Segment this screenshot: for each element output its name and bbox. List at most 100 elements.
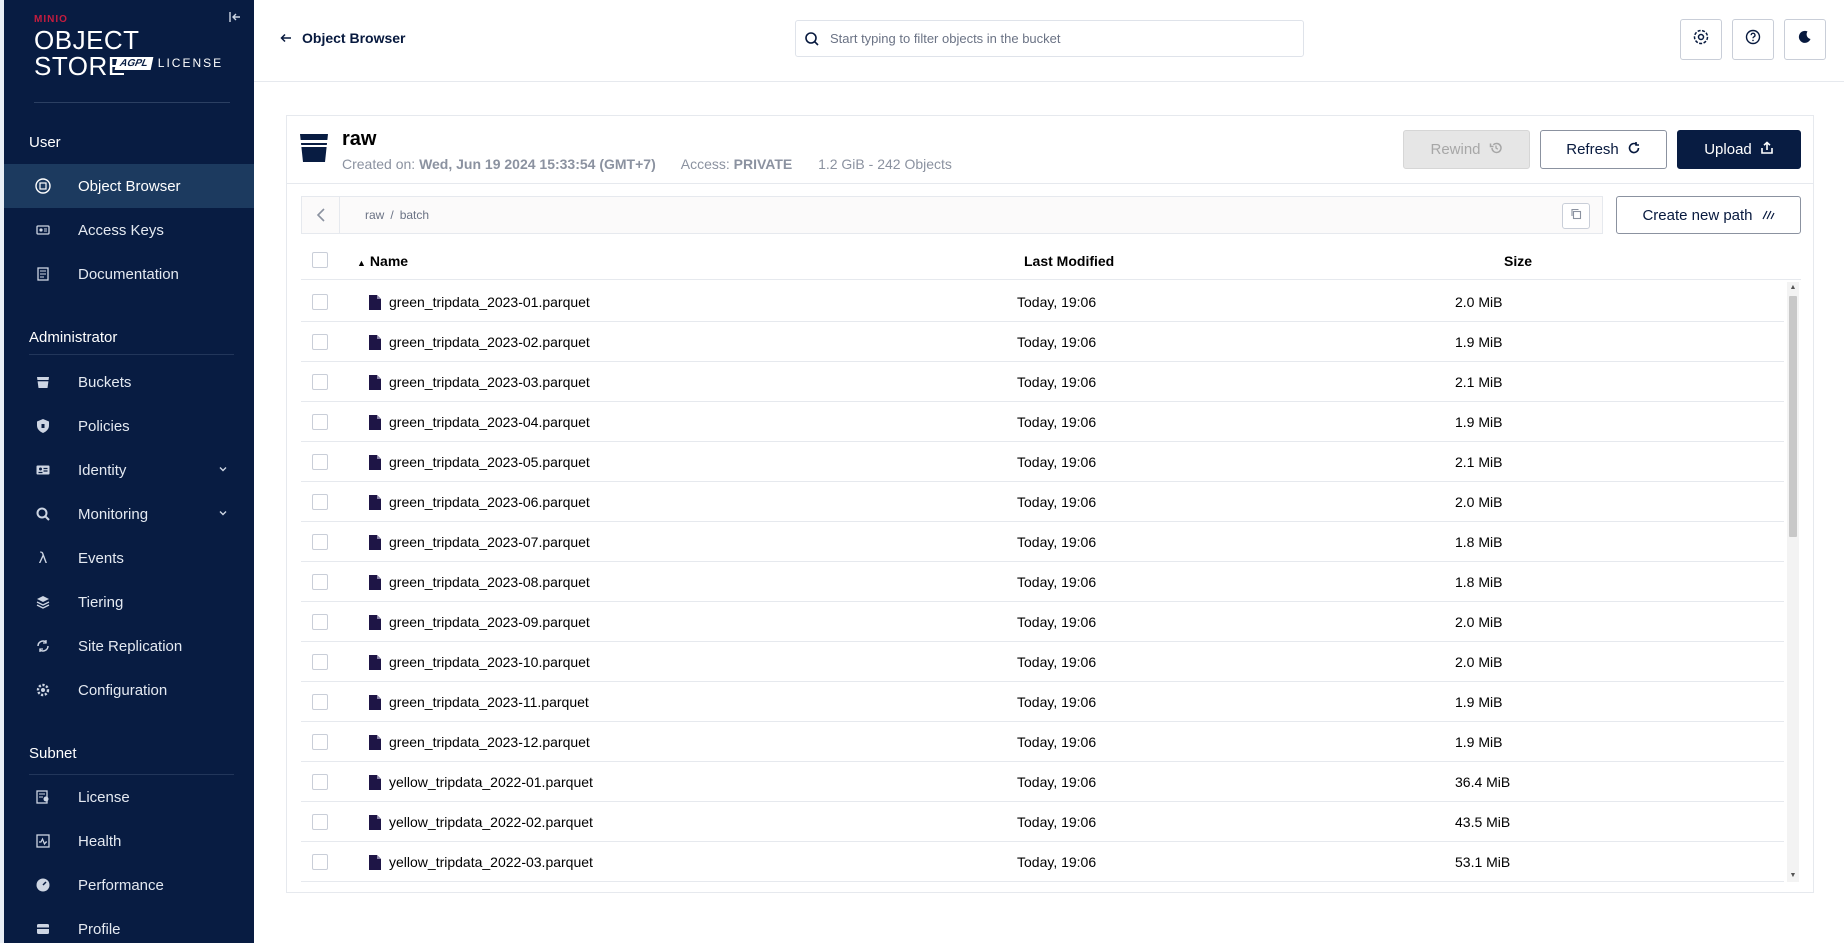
sidebar-item-label: Monitoring bbox=[78, 505, 149, 523]
search-input[interactable] bbox=[830, 31, 1290, 46]
column-header-size[interactable]: Size bbox=[1504, 253, 1532, 269]
table-row[interactable]: green_tripdata_2023-04.parquet Today, 19:… bbox=[301, 402, 1784, 442]
section-divider bbox=[29, 354, 234, 355]
row-checkbox[interactable] bbox=[312, 414, 328, 430]
table-row[interactable]: green_tripdata_2023-06.parquet Today, 19:… bbox=[301, 482, 1784, 522]
row-checkbox[interactable] bbox=[312, 814, 328, 830]
table-row[interactable]: green_tripdata_2023-12.parquet Today, 19:… bbox=[301, 722, 1784, 762]
row-checkbox[interactable] bbox=[312, 494, 328, 510]
arrow-left-icon bbox=[280, 30, 292, 46]
rewind-button[interactable]: Rewind bbox=[1403, 130, 1530, 169]
scrollbar-thumb[interactable] bbox=[1789, 296, 1797, 537]
table-row[interactable]: green_tripdata_2023-05.parquet Today, 19:… bbox=[301, 442, 1784, 482]
table-row[interactable]: green_tripdata_2023-10.parquet Today, 19:… bbox=[301, 642, 1784, 682]
row-checkbox[interactable] bbox=[312, 574, 328, 590]
sidebar-item-label: License bbox=[78, 788, 130, 806]
row-checkbox[interactable] bbox=[312, 734, 328, 750]
breadcrumb-item-raw[interactable]: raw bbox=[365, 208, 384, 222]
sidebar-item-site-replication[interactable]: Site Replication bbox=[4, 624, 254, 668]
logo-product-text: OBJECT STORE bbox=[34, 25, 140, 81]
sidebar-item-tiering[interactable]: Tiering bbox=[4, 580, 254, 624]
settings-button[interactable] bbox=[1680, 19, 1722, 60]
refresh-button[interactable]: Refresh bbox=[1540, 130, 1667, 169]
file-icon bbox=[369, 535, 381, 550]
table-row[interactable]: green_tripdata_2023-11.parquet Today, 19:… bbox=[301, 682, 1784, 722]
row-checkbox[interactable] bbox=[312, 454, 328, 470]
sidebar-item-configuration[interactable]: Configuration bbox=[4, 668, 254, 712]
sidebar-item-monitoring[interactable]: Monitoring bbox=[4, 492, 254, 536]
sidebar-item-license[interactable]: License bbox=[4, 775, 254, 819]
sort-ascending-icon: ▲ bbox=[357, 258, 366, 268]
upload-button[interactable]: Upload bbox=[1677, 130, 1801, 169]
minio-logo[interactable]: MINIO OBJECT STORE AGPL LICENSE bbox=[34, 14, 234, 81]
table-row[interactable]: green_tripdata_2023-03.parquet Today, 19:… bbox=[301, 362, 1784, 402]
file-name: green_tripdata_2023-04.parquet bbox=[389, 414, 590, 430]
dark-mode-toggle[interactable] bbox=[1784, 19, 1826, 60]
file-size: 1.9 MiB bbox=[1455, 734, 1503, 750]
table-row[interactable]: green_tripdata_2023-07.parquet Today, 19:… bbox=[301, 522, 1784, 562]
row-checkbox[interactable] bbox=[312, 374, 328, 390]
back-to-object-browser-link[interactable]: Object Browser bbox=[280, 30, 405, 46]
bucket-meta: Created on: Wed, Jun 19 2024 15:33:54 (G… bbox=[342, 156, 952, 172]
file-icon bbox=[369, 615, 381, 630]
file-name: yellow_tripdata_2022-02.parquet bbox=[389, 814, 593, 830]
row-checkbox[interactable] bbox=[312, 694, 328, 710]
table-scrollbar[interactable]: ▲ ▼ bbox=[1787, 282, 1799, 882]
sidebar-item-label: Site Replication bbox=[78, 637, 183, 655]
sidebar-item-buckets[interactable]: Buckets bbox=[4, 360, 254, 404]
table-row[interactable]: green_tripdata_2023-02.parquet Today, 19:… bbox=[301, 322, 1784, 362]
gear-icon bbox=[1691, 27, 1711, 52]
row-checkbox[interactable] bbox=[312, 534, 328, 550]
file-size: 43.5 MiB bbox=[1455, 814, 1511, 830]
scroll-up-arrow-icon[interactable]: ▲ bbox=[1789, 284, 1797, 292]
scroll-down-arrow-icon[interactable]: ▼ bbox=[1789, 872, 1797, 880]
column-header-name[interactable]: ▲ Name bbox=[357, 253, 408, 269]
sidebar-item-health[interactable]: Health bbox=[4, 819, 254, 863]
copy-icon bbox=[1570, 207, 1582, 225]
file-last-modified: Today, 19:06 bbox=[1017, 334, 1097, 350]
create-new-path-button[interactable]: Create new path bbox=[1616, 196, 1801, 234]
file-last-modified: Today, 19:06 bbox=[1017, 614, 1097, 630]
sidebar-item-object-browser[interactable]: Object Browser bbox=[4, 164, 254, 208]
collapse-sidebar-icon[interactable] bbox=[226, 10, 244, 28]
row-checkbox[interactable] bbox=[312, 654, 328, 670]
object-filter-search[interactable] bbox=[795, 20, 1304, 57]
column-header-last-modified[interactable]: Last Modified bbox=[1024, 253, 1114, 269]
chevron-left-icon[interactable] bbox=[302, 197, 340, 233]
breadcrumb-bar: raw / batch bbox=[301, 196, 1603, 234]
chevron-down-icon[interactable] bbox=[218, 508, 228, 518]
row-checkbox[interactable] bbox=[312, 614, 328, 630]
table-row[interactable]: yellow_tripdata_2022-01.parquet Today, 19… bbox=[301, 762, 1784, 802]
sidebar-item-profile[interactable]: Profile bbox=[4, 907, 254, 943]
row-checkbox[interactable] bbox=[312, 294, 328, 310]
row-checkbox[interactable] bbox=[312, 854, 328, 870]
table-row[interactable]: green_tripdata_2023-08.parquet Today, 19:… bbox=[301, 562, 1784, 602]
select-all-checkbox[interactable] bbox=[312, 252, 328, 268]
tiering-layers-icon bbox=[35, 594, 51, 610]
breadcrumb-item-batch[interactable]: batch bbox=[400, 208, 429, 222]
sidebar-item-events[interactable]: λ Events bbox=[4, 536, 254, 580]
sidebar-item-policies[interactable]: Policies bbox=[4, 404, 254, 448]
refresh-button-label: Refresh bbox=[1566, 141, 1619, 158]
sidebar-item-identity[interactable]: Identity bbox=[4, 448, 254, 492]
table-row[interactable]: green_tripdata_2023-09.parquet Today, 19:… bbox=[301, 602, 1784, 642]
upload-button-label: Upload bbox=[1704, 141, 1752, 158]
table-row[interactable]: yellow_tripdata_2022-02.parquet Today, 19… bbox=[301, 802, 1784, 842]
rewind-button-label: Rewind bbox=[1430, 141, 1481, 158]
sidebar-item-access-keys[interactable]: Access Keys bbox=[4, 208, 254, 252]
sidebar-item-performance[interactable]: Performance bbox=[4, 863, 254, 907]
sidebar-item-label: Events bbox=[78, 549, 124, 567]
file-size: 2.0 MiB bbox=[1455, 614, 1503, 630]
row-checkbox[interactable] bbox=[312, 334, 328, 350]
table-row[interactable]: yellow_tripdata_2022-03.parquet Today, 19… bbox=[301, 842, 1784, 882]
row-checkbox[interactable] bbox=[312, 774, 328, 790]
performance-gauge-icon bbox=[35, 877, 51, 893]
file-last-modified: Today, 19:06 bbox=[1017, 414, 1097, 430]
created-label: Created on: bbox=[342, 156, 416, 172]
help-button[interactable] bbox=[1732, 19, 1774, 60]
copy-path-button[interactable] bbox=[1562, 203, 1590, 229]
table-row[interactable]: green_tripdata_2023-01.parquet Today, 19:… bbox=[301, 282, 1784, 322]
sidebar-item-documentation[interactable]: Documentation bbox=[4, 252, 254, 296]
chevron-down-icon[interactable] bbox=[218, 464, 228, 474]
sidebar-item-label: Profile bbox=[78, 920, 121, 938]
